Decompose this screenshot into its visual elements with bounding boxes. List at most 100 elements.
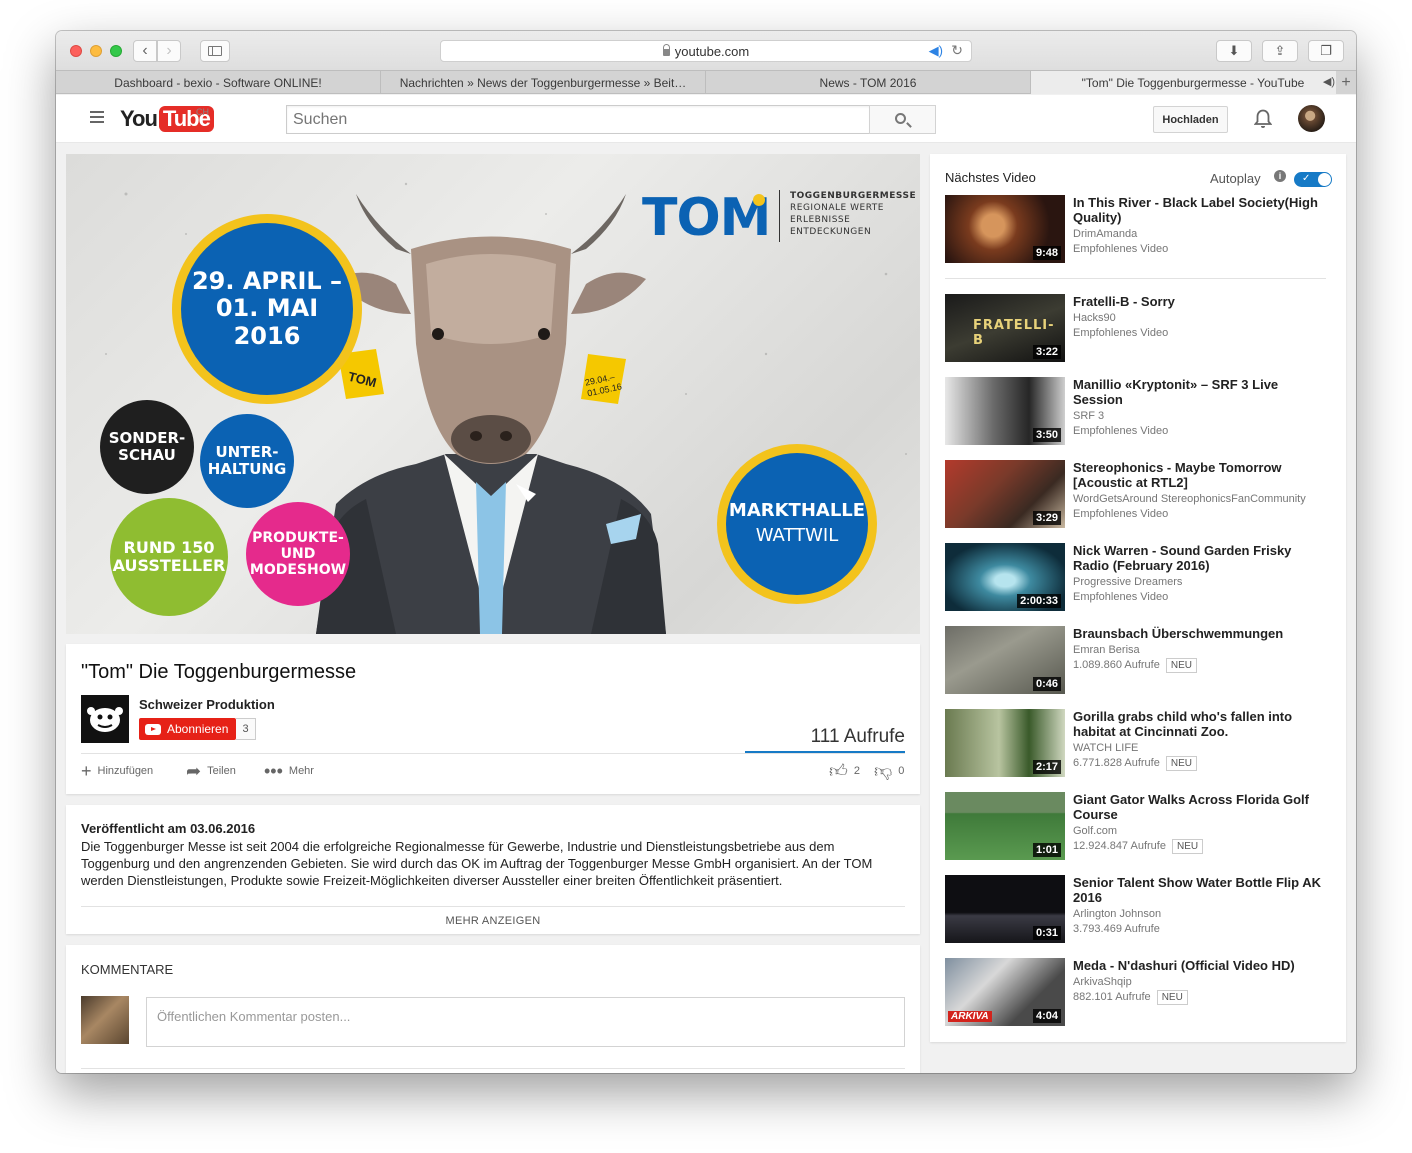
checkmark-icon: ✓ [1302,173,1311,184]
channel-name-link[interactable]: Schweizer Produktion [139,697,275,712]
forward-button[interactable]: › [157,40,181,62]
video-duration: 0:46 [1032,677,1061,691]
subscribe-button[interactable]: Abonnieren [139,718,236,740]
share-label: Teilen [207,765,236,777]
youtube-logo[interactable]: You Tube CH [120,105,214,133]
video-title-link[interactable]: Nick Warren - Sound Garden Frisky Radio … [1073,543,1328,573]
url-text: youtube.com [674,43,750,59]
related-video-item[interactable]: FRATELLI-B 3:22 Fratelli-B - Sorry Hacks90 E… [945,294,1326,362]
video-title: "Tom" Die Toggenburgermesse [81,661,357,683]
divider [81,1068,905,1069]
video-duration: 0:31 [1032,926,1061,940]
show-tabs-button[interactable]: ❐ [1308,40,1344,62]
video-title-link[interactable]: Stereophonics - Maybe Tomorrow [Acoustic… [1073,460,1328,490]
search-input[interactable] [286,105,870,134]
video-title-link[interactable]: Senior Talent Show Water Bottle Flip AK … [1073,875,1328,905]
related-video-item[interactable]: ARKIVA 4:04 Meda - N'dashuri (Official Vid… [945,958,1326,1026]
video-title-link[interactable]: Fratelli-B - Sorry [1073,294,1328,309]
like-button[interactable]: 👍︎ 2 [829,762,860,780]
video-meta: 6.771.828 Aufrufe [1073,757,1160,769]
video-duration: 4:04 [1032,1009,1061,1023]
video-thumbnail[interactable]: ARKIVA 4:04 [945,958,1065,1026]
tab-label: "Tom" Die Toggenburgermesse - YouTube [1081,75,1305,90]
share-button[interactable]: ⇪ [1262,40,1298,62]
video-thumbnail[interactable]: 0:31 [945,875,1065,943]
video-channel: Golf.com [1073,825,1118,837]
tab-toggenburgermesse-news[interactable]: Nachrichten » News der Toggenburgermesse… [381,71,706,94]
tab-tom-2016[interactable]: News - TOM 2016 [706,71,1031,94]
video-title-link[interactable]: In This River - Black Label Society(High… [1073,195,1328,225]
video-thumbnail[interactable]: 1:01 [945,792,1065,860]
account-avatar[interactable] [1298,105,1325,132]
comment-input[interactable]: Öffentlichen Kommentar posten... [146,997,905,1047]
related-video-item[interactable]: 3:50 Manillio «Kryptonit» – SRF 3 Live Se… [945,377,1326,445]
show-more-button[interactable]: MEHR ANZEIGEN [66,915,920,927]
new-badge: NEU [1165,658,1197,673]
new-tab-button[interactable]: + [1336,71,1356,94]
lock-icon [662,43,670,56]
video-thumbnail[interactable]: 3:29 [945,460,1065,528]
new-badge: NEU [1156,990,1188,1005]
downloads-button[interactable]: ⬇ [1216,40,1252,62]
related-video-item[interactable]: 0:31 Senior Talent Show Water Bottle Flip… [945,875,1326,943]
video-duration: 9:48 [1032,246,1061,260]
video-thumbnail[interactable]: FRATELLI-B 3:22 [945,294,1065,362]
video-player[interactable]: TOM TOGGENBURGERMESSE REGIONALE WERTE ER… [66,154,920,634]
browser-toolbar: ‹ › youtube.com ◀) ↻ ⬇ ⇪ ❐ [56,31,1356,70]
autoplay-toggle[interactable]: ✓ [1294,172,1332,187]
tab-label: Nachrichten » News der Toggenburgermesse… [399,75,687,90]
view-count: 111 Aufrufe [810,726,905,747]
video-title-link[interactable]: Meda - N'dashuri (Official Video HD) [1073,958,1328,973]
video-title-link[interactable]: Gorilla grabs child who's fallen into ha… [1073,709,1328,739]
close-window-button[interactable] [70,45,82,57]
back-button[interactable]: ‹ [133,40,157,62]
tab-audio-icon[interactable]: ◀) [1323,75,1335,88]
video-channel: Arlington Johnson [1073,908,1162,920]
dislike-count: 0 [898,765,905,777]
video-thumbnail[interactable]: 0:46 [945,626,1065,694]
minimize-window-button[interactable] [90,45,102,57]
comments-heading: KOMMENTARE [81,962,174,977]
more-actions-button[interactable]: ••• Mehr [264,762,314,780]
guide-menu-icon[interactable] [90,111,104,123]
logo-country-code: CH [196,107,209,117]
add-to-button[interactable]: + Hinzufügen [81,762,154,780]
related-video-item[interactable]: 2:17 Gorilla grabs child who's fallen int… [945,709,1326,777]
video-title-link[interactable]: Braunsbach Überschwemmungen [1073,626,1328,641]
dislike-button[interactable]: 👎︎ 0 [874,762,905,780]
info-icon[interactable]: i [1274,170,1286,182]
video-channel: DrimAmanda [1073,228,1138,240]
video-thumbnail[interactable]: 9:48 [945,195,1065,263]
video-thumbnail[interactable]: 2:17 [945,709,1065,777]
video-thumbnail[interactable]: 2:00:33 [945,543,1065,611]
show-sidebar-button[interactable] [200,40,230,62]
masthead: You Tube CH Hochladen [56,95,1356,143]
tab-youtube[interactable]: "Tom" Die Toggenburgermesse - YouTube ◀) [1031,71,1356,94]
speaker-icon[interactable]: ◀) [929,43,943,59]
video-meta-row: Empfohlenes Video [1073,242,1168,257]
address-bar[interactable]: youtube.com ◀) ↻ [440,40,972,62]
related-video-item[interactable]: 1:01 Giant Gator Walks Across Florida Gol… [945,792,1326,860]
video-meta-row: Empfohlenes Video [1073,590,1168,605]
video-thumbnail[interactable]: 3:50 [945,377,1065,445]
related-video-item[interactable]: 3:29 Stereophonics - Maybe Tomorrow [Acou… [945,460,1326,528]
upload-button[interactable]: Hochladen [1153,106,1228,133]
like-count: 2 [853,765,860,777]
zoom-window-button[interactable] [110,45,122,57]
reload-icon[interactable]: ↻ [951,42,963,59]
video-meta: 3.793.469 Aufrufe [1073,923,1160,935]
tab-bexio[interactable]: Dashboard - bexio - Software ONLINE! [56,71,381,94]
related-video-item[interactable]: 2:00:33 Nick Warren - Sound Garden Frisky… [945,543,1326,611]
youtube-page: You Tube CH Hochladen [56,95,1356,1073]
video-meta-row: 1.089.860 Aufrufe NEU [1073,658,1197,673]
notifications-bell-icon[interactable] [1254,109,1272,129]
add-label: Hinzufügen [97,765,154,777]
related-video-item[interactable]: 9:48 In This River - Black Label Society(… [945,195,1326,263]
search-button[interactable] [869,105,936,134]
channel-avatar[interactable] [81,695,129,743]
share-video-button[interactable]: ➦ Teilen [186,762,236,780]
video-title-link[interactable]: Giant Gator Walks Across Florida Golf Co… [1073,792,1328,822]
video-meta: Empfohlenes Video [1073,425,1169,437]
related-video-item[interactable]: 0:46 Braunsbach Überschwemmungen Emran Ber… [945,626,1326,694]
video-title-link[interactable]: Manillio «Kryptonit» – SRF 3 Live Sessio… [1073,377,1328,407]
